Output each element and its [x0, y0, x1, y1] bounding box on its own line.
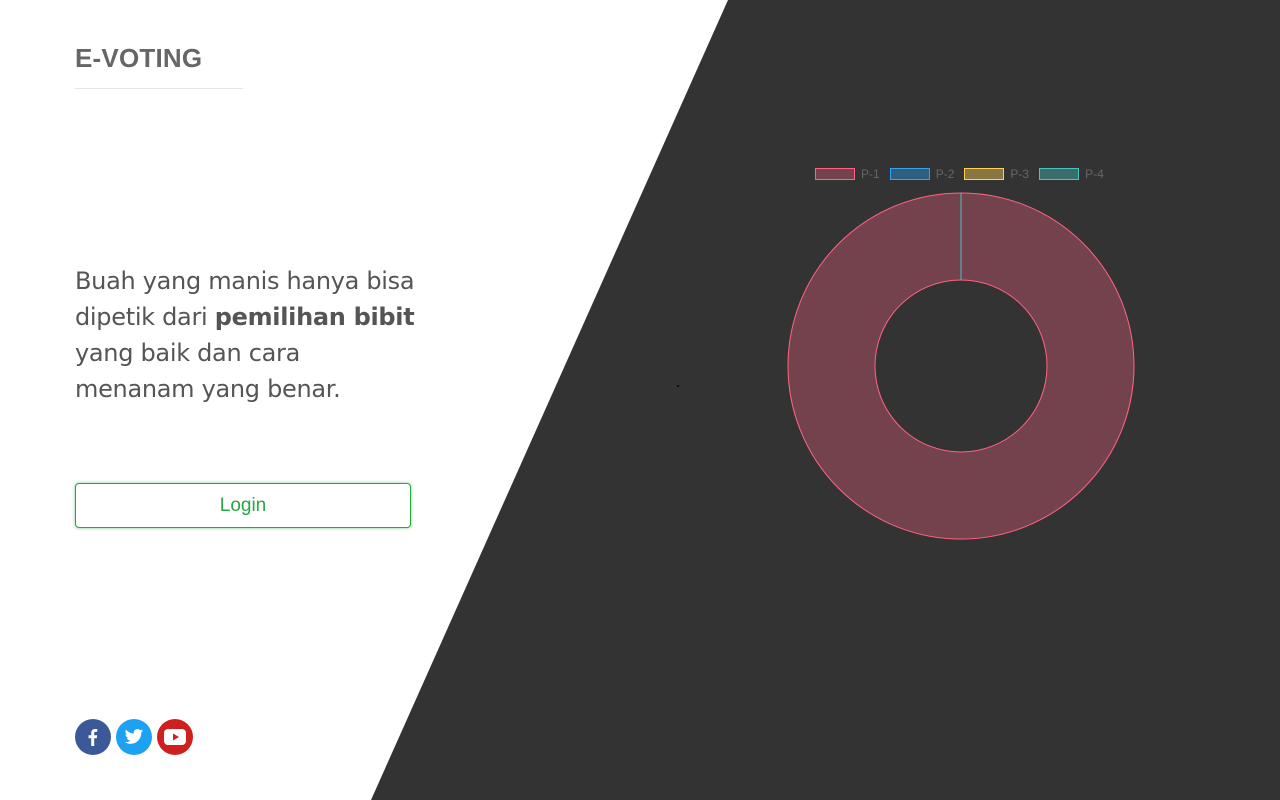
brand-divider — [75, 88, 243, 89]
youtube-icon — [164, 729, 186, 745]
facebook-link[interactable] — [75, 719, 111, 755]
social-links — [75, 719, 193, 755]
tagline: Buah yang manis hanya bisa dipetik dari … — [75, 263, 420, 407]
youtube-link[interactable] — [157, 719, 193, 755]
doughnut-chart — [787, 192, 1135, 540]
facebook-icon — [88, 729, 98, 746]
twitter-link[interactable] — [116, 719, 152, 755]
tagline-part2: yang baik dan cara menanam yang benar. — [75, 339, 341, 403]
twitter-icon — [124, 729, 144, 744]
stray-dot — [677, 385, 679, 387]
brand-title: E-VOTING — [75, 43, 203, 73]
tagline-bold: pemilihan bibit — [214, 303, 415, 331]
login-button[interactable]: Login — [75, 483, 411, 528]
page: E-VOTING Buah yang manis hanya bisa dipe… — [0, 0, 1280, 800]
